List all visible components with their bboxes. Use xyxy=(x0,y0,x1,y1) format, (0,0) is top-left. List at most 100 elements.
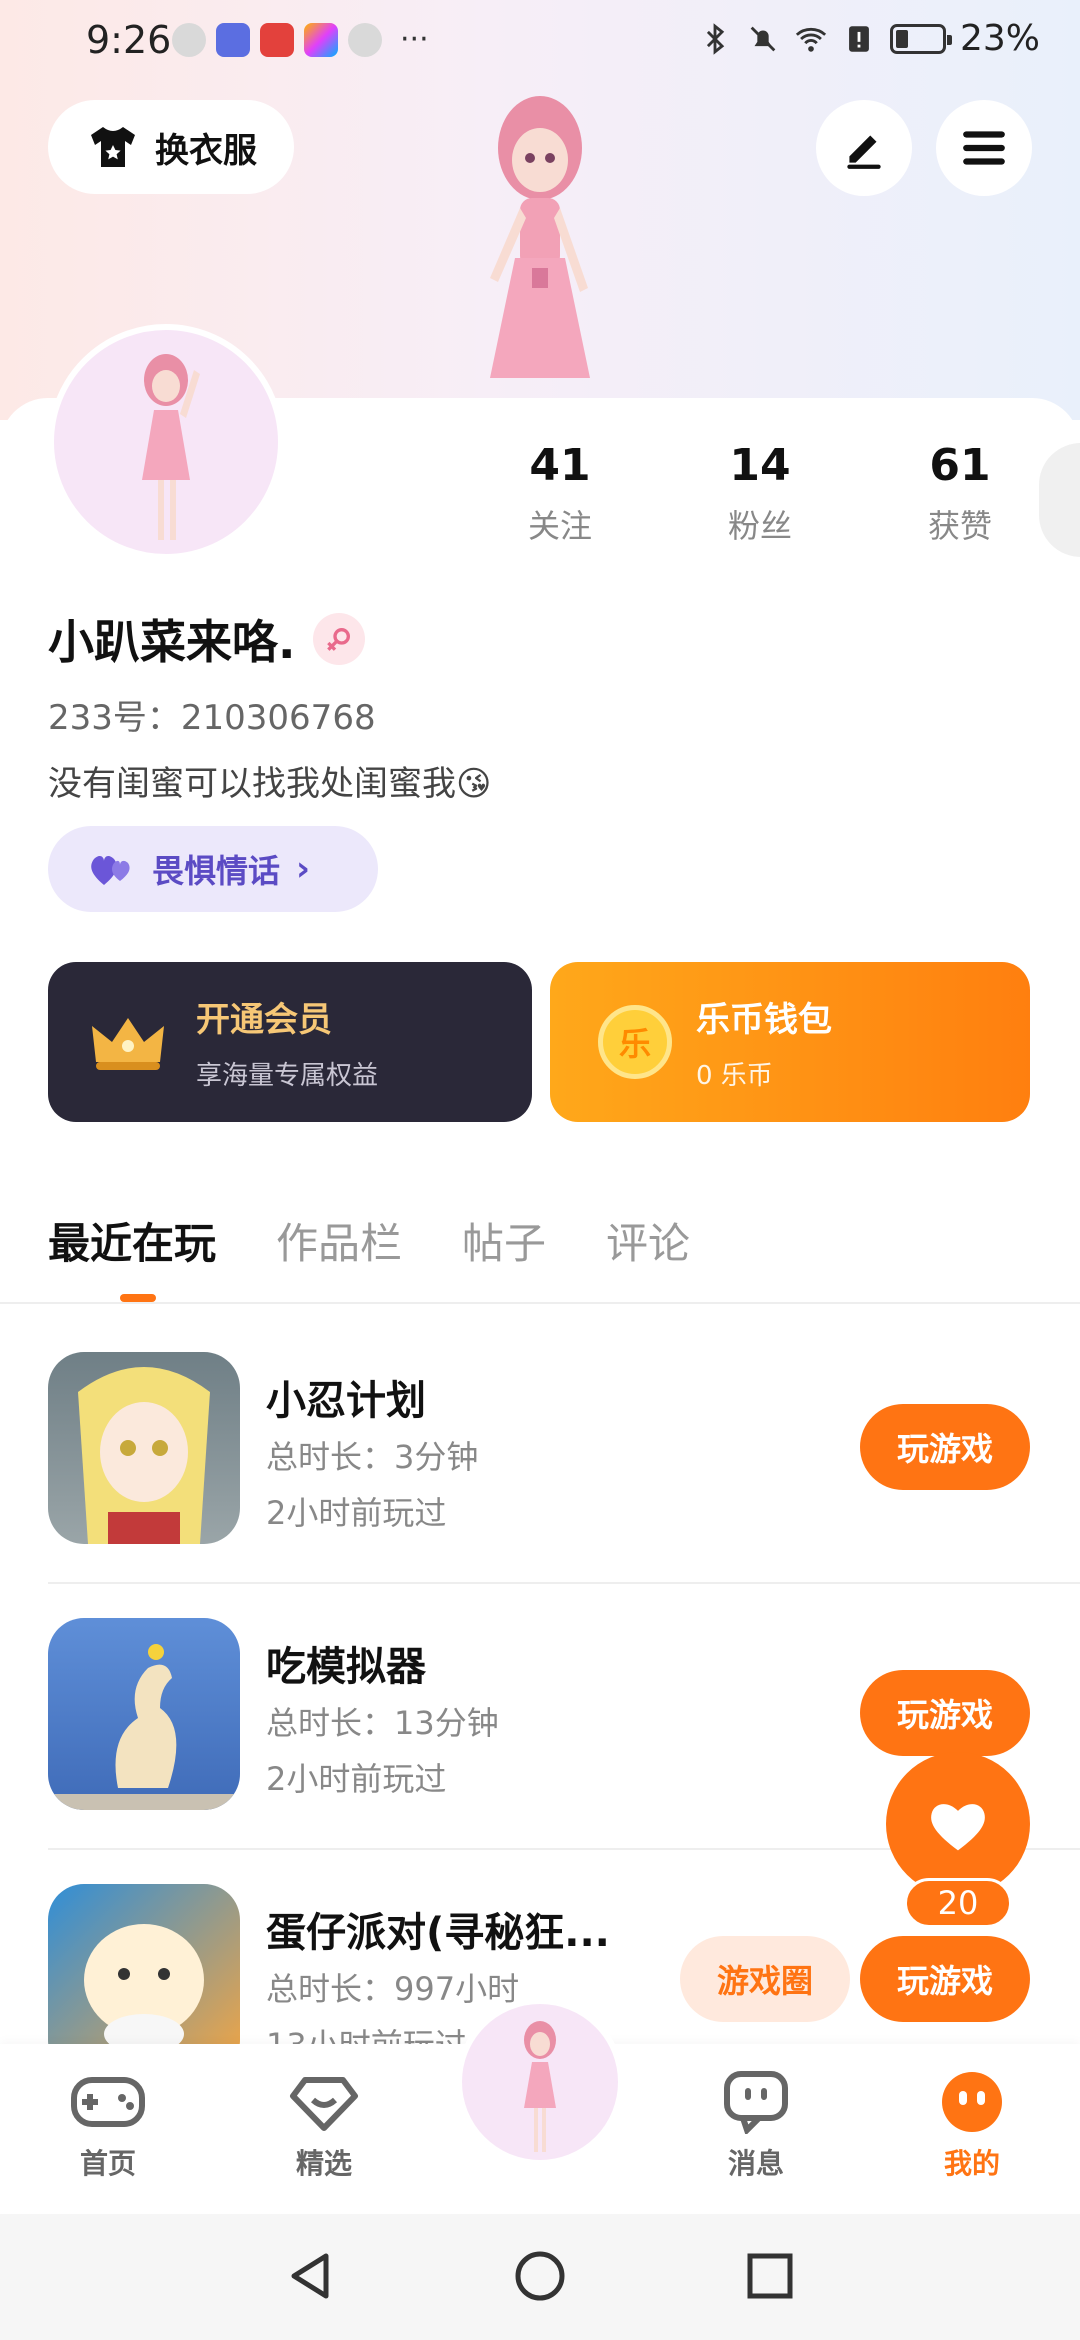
egg-character-icon xyxy=(84,1924,204,2044)
nav-item-messages[interactable]: 消息 xyxy=(696,2070,816,2182)
anime-character-icon xyxy=(78,1367,210,1544)
status-right: 23% xyxy=(698,18,1040,59)
battery-percent: 23% xyxy=(959,18,1040,59)
game-circle-button[interactable]: 游戏圈 xyxy=(680,1936,850,2022)
vip-title: 开通会员 xyxy=(196,1000,332,1040)
tab-indicator xyxy=(120,1294,156,1302)
play-game-button[interactable]: 玩游戏 xyxy=(860,1404,1030,1490)
nav-label: 首页 xyxy=(79,2147,136,2180)
stat-label: 关注 xyxy=(527,507,592,545)
app-notification-icon xyxy=(260,22,294,57)
chevron-right-icon: › xyxy=(296,849,311,889)
coin-icon: 乐 xyxy=(598,1005,672,1079)
double-heart-icon xyxy=(91,855,130,885)
heart-icon xyxy=(931,1804,985,1851)
app-notification-icon xyxy=(172,22,206,57)
app-notification-icon xyxy=(348,22,382,57)
divider xyxy=(0,1302,1080,1304)
profile-face-icon xyxy=(934,2070,1010,2134)
bluetooth-icon xyxy=(706,22,725,55)
gamepad-icon xyxy=(70,2070,146,2134)
like-count: 20 xyxy=(904,1878,1012,1928)
game-total-time: 总时长：13分钟 xyxy=(266,1704,499,1742)
nav-label: 消息 xyxy=(727,2147,784,2180)
status-notification-icons: ··· xyxy=(172,22,429,57)
nav-label: 我的 xyxy=(943,2147,1000,2180)
game-name: 小忍计划 xyxy=(266,1378,426,1424)
avatar-figure xyxy=(524,2021,556,2152)
status-time: 9:26 xyxy=(86,18,172,62)
game-total-time: 总时长：997小时 xyxy=(266,1970,520,2008)
game-last-played: 2小时前玩过 xyxy=(266,1494,447,1532)
stat-following[interactable]: 41 关注 xyxy=(480,440,640,547)
app-notification-icon xyxy=(216,22,250,57)
list-item[interactable]: 小忍计划 总时长：3分钟 2小时前玩过 玩游戏 xyxy=(48,1352,1080,1618)
stat-value: 14 xyxy=(729,440,791,491)
battery-icon xyxy=(889,23,952,54)
game-icon[interactable] xyxy=(48,1884,240,2044)
game-total-time: 总时长：3分钟 xyxy=(266,1438,479,1476)
change-outfit-button[interactable]: 换衣服 xyxy=(48,100,294,194)
wallet-title: 乐币钱包 xyxy=(696,1000,832,1040)
nav-avatar[interactable] xyxy=(456,1998,624,2166)
tshirt-icon xyxy=(91,127,135,167)
stat-label: 粉丝 xyxy=(727,507,792,545)
back-icon[interactable] xyxy=(282,2248,338,2304)
tag-pill[interactable]: 畏惧情话 › xyxy=(48,826,378,912)
nav-item-mine[interactable]: 我的 xyxy=(912,2070,1032,2182)
more-notifications-icon: ··· xyxy=(400,22,429,57)
bottom-nav: 首页 精选 消息 我的 xyxy=(0,1998,1080,2214)
nav-item-featured[interactable]: 精选 xyxy=(264,2070,384,2182)
profile-stats: 41 关注 14 粉丝 61 获赞 xyxy=(480,440,1040,547)
tab-comments[interactable]: 评论 xyxy=(606,1210,690,1271)
nickname-row: 小趴菜来咯. xyxy=(48,606,366,672)
avatar[interactable] xyxy=(48,324,284,560)
play-game-button[interactable]: 玩游戏 xyxy=(860,1936,1030,2022)
game-name: 吃模拟器 xyxy=(266,1644,426,1690)
recents-icon[interactable] xyxy=(742,2248,798,2304)
avatar-figure xyxy=(142,354,200,540)
sim-alert-icon xyxy=(849,25,869,52)
game-last-played: 2小时前玩过 xyxy=(266,1760,447,1798)
vip-card[interactable]: 开通会员 享海量专属权益 xyxy=(48,962,532,1122)
change-outfit-label: 换衣服 xyxy=(155,130,257,171)
system-navigation-bar xyxy=(0,2214,1080,2340)
game-last-played: 13小时前玩过 xyxy=(266,2020,467,2044)
avatar-3d-figure[interactable] xyxy=(420,78,660,398)
game-icon[interactable] xyxy=(48,1352,240,1544)
wallet-card[interactable]: 乐 乐币钱包 0 乐币 xyxy=(550,962,1030,1122)
stat-value: 61 xyxy=(929,440,991,491)
wifi-icon xyxy=(795,27,827,52)
tab-recent-play[interactable]: 最近在玩 xyxy=(48,1210,216,1271)
pen-icon xyxy=(847,135,881,169)
stat-likes[interactable]: 61 获赞 xyxy=(880,440,1040,547)
wallet-subtitle: 0 乐币 xyxy=(696,1061,773,1091)
heart-box-icon xyxy=(286,2070,362,2134)
bio: 没有闺蜜可以找我处闺蜜我😘 xyxy=(48,764,492,804)
stat-value: 41 xyxy=(529,440,591,491)
nav-label: 精选 xyxy=(295,2147,352,2180)
creature-icon xyxy=(48,1644,240,1810)
home-icon[interactable] xyxy=(512,2248,568,2304)
vip-subtitle: 享海量专属权益 xyxy=(196,1061,379,1091)
game-icon[interactable] xyxy=(48,1618,240,1810)
female-icon xyxy=(313,613,366,665)
mute-icon xyxy=(750,26,776,51)
nickname: 小趴菜来咯. xyxy=(48,615,296,669)
stat-followers[interactable]: 14 粉丝 xyxy=(680,440,840,547)
user-id: 233号：210306768 xyxy=(48,698,376,738)
nav-item-home[interactable]: 首页 xyxy=(48,2070,168,2182)
chat-icon xyxy=(718,2070,794,2134)
hamburger-icon xyxy=(963,131,1005,165)
game-name: 蛋仔派对(寻秘狂... xyxy=(266,1910,610,1956)
play-game-button[interactable]: 玩游戏 xyxy=(860,1670,1030,1756)
crown-icon xyxy=(92,1018,164,1070)
content-tabs: 最近在玩 作品栏 帖子 评论 xyxy=(48,1210,690,1302)
status-bar: 9:26 ··· 23% xyxy=(0,0,1080,84)
tab-posts[interactable]: 帖子 xyxy=(462,1210,546,1271)
like-button[interactable] xyxy=(886,1752,1030,1896)
edit-profile-button[interactable] xyxy=(816,100,912,196)
tab-works[interactable]: 作品栏 xyxy=(276,1210,402,1271)
menu-button[interactable] xyxy=(936,100,1032,196)
divider xyxy=(48,1582,1080,1584)
